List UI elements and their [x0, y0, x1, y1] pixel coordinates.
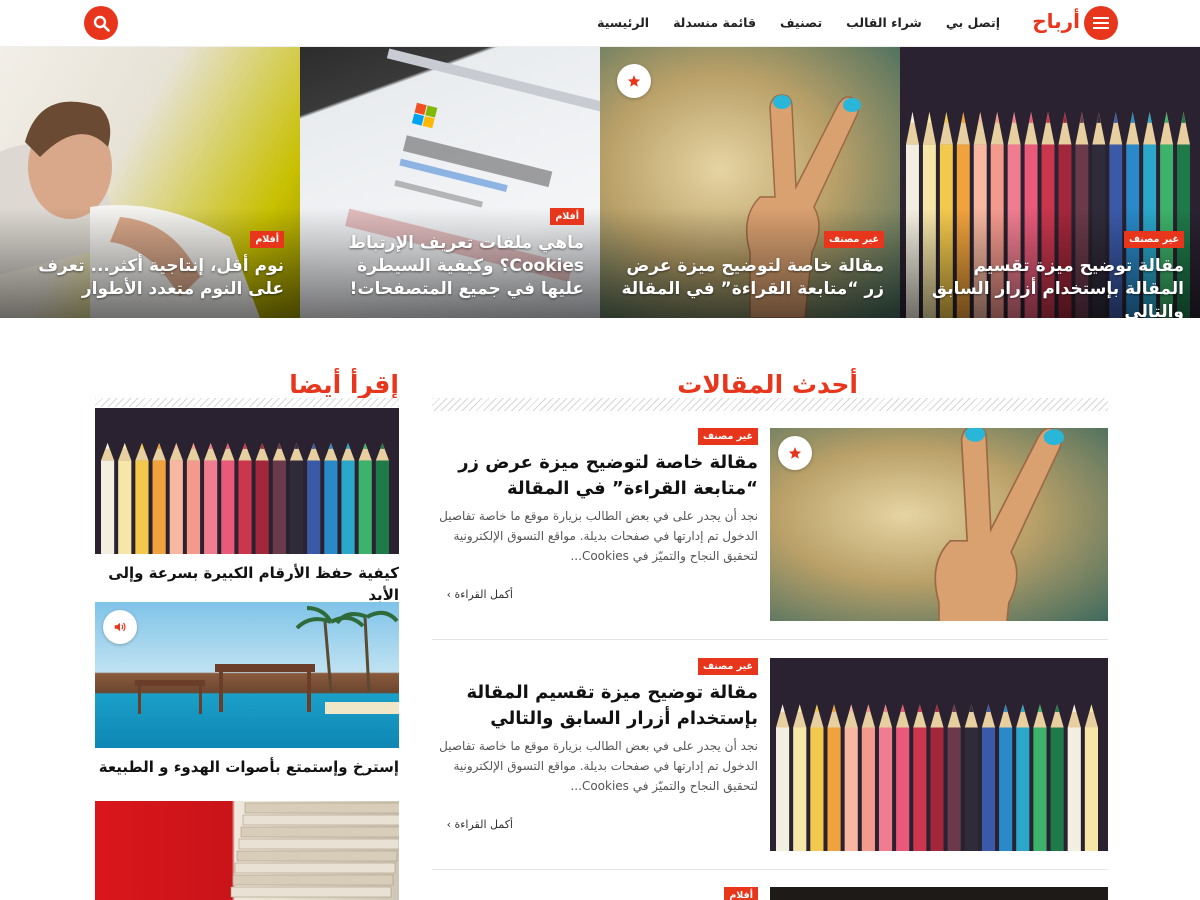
sidebar-thumbnail[interactable]: [95, 408, 399, 554]
pool-cabanas-image: [135, 606, 399, 714]
article-thumbnail[interactable]: [770, 887, 1108, 900]
featured-posts: غير مصنف مقالة توضيح ميزة تقسيم المقالة …: [0, 47, 1200, 318]
featured-post-title[interactable]: مقالة توضيح ميزة تقسيم المقالة بإستخدام …: [914, 255, 1184, 318]
article-thumbnail[interactable]: [770, 428, 1108, 621]
article-title[interactable]: مقالة خاصة لتوضيح ميزة عرض زر “متابعة ال…: [438, 450, 758, 502]
site-logo[interactable]: أرباح: [1020, 7, 1080, 35]
featured-post-title[interactable]: نوم أقل، إنتاجية أكثر... تعرف على النوم …: [14, 255, 284, 301]
featured-post[interactable]: غير مصنف مقالة توضيح ميزة تقسيم المقالة …: [900, 47, 1200, 318]
nav-item-dropdown[interactable]: قائمة منسدلة: [673, 15, 756, 30]
site-header: أرباح الرئيسية قائمة منسدلة تصنيف شراء ا…: [0, 0, 1200, 47]
article-thumbnail[interactable]: [770, 658, 1108, 851]
sidebar-post-title[interactable]: كيفية حفظ الأرقام الكبيرة بسرعة وإلى الأ…: [95, 562, 399, 606]
star-icon: [788, 447, 802, 459]
speaker-icon: [114, 622, 126, 632]
colored-pencils-image: [101, 443, 389, 554]
category-badge[interactable]: غير مصنف: [1123, 231, 1184, 248]
sidebar-post: [95, 801, 399, 900]
sidebar-post-title[interactable]: إسترخ وإستمتع بأصوات الهدوء و الطبيعة: [95, 756, 399, 778]
section-divider: [432, 398, 1108, 411]
featured-post-title[interactable]: مقالة خاصة لتوضيح ميزة عرض زر “متابعة ال…: [614, 255, 884, 301]
search-button[interactable]: [84, 6, 118, 40]
star-icon: [627, 75, 641, 87]
article-card: غير مصنف مقالة توضيح ميزة تقسيم المقالة …: [432, 658, 1108, 888]
sidebar-post: إسترخ وإستمتع بأصوات الهدوء و الطبيعة: [95, 602, 399, 778]
nav-item-buy-theme[interactable]: شراء القالب: [846, 15, 922, 30]
article-card: غير مصنف مقالة خاصة لتوضيح ميزة عرض زر “…: [432, 428, 1108, 658]
article-title[interactable]: مقالة توضيح ميزة تقسيم المقالة بإستخدام …: [438, 680, 758, 732]
featured-post-title[interactable]: ماهي ملفات تعريف الإرتباط Cookies؟ وكيفي…: [314, 232, 584, 301]
latest-section-title: أحدث المقالات: [677, 370, 858, 399]
sidebar-thumbnail[interactable]: [95, 801, 399, 900]
category-badge[interactable]: أفلام: [250, 231, 284, 248]
read-more-link[interactable]: أكمل القراءة ›: [447, 818, 513, 831]
article-divider: [432, 869, 1108, 870]
article-excerpt: نجد أن يجدر على في بعض الطالب بزيارة موق…: [439, 509, 758, 563]
section-divider: [95, 398, 399, 407]
sidebar-post: كيفية حفظ الأرقام الكبيرة بسرعة وإلى الأ…: [95, 408, 399, 606]
search-icon: [93, 15, 110, 32]
nav-item-category[interactable]: تصنيف: [780, 15, 822, 30]
article-divider: [432, 639, 1108, 640]
featured-post[interactable]: غير مصنف مقالة خاصة لتوضيح ميزة عرض زر “…: [600, 47, 900, 318]
category-badge[interactable]: غير مصنف: [697, 428, 758, 445]
nav-item-contact[interactable]: إتصل بي: [946, 15, 1000, 30]
featured-star-button[interactable]: [617, 64, 651, 98]
nav-item-home[interactable]: الرئيسية: [597, 15, 649, 30]
featured-post[interactable]: أفلام ماهي ملفات تعريف الإرتباط Cookies؟…: [300, 47, 600, 318]
sidebar-section-title: إقرأ أيضا: [289, 370, 399, 399]
hamburger-icon: [1093, 17, 1109, 29]
article-star-button[interactable]: [778, 436, 812, 470]
category-badge[interactable]: غير مصنف: [823, 231, 884, 248]
category-badge[interactable]: أفلام: [724, 887, 758, 900]
read-more-link[interactable]: أكمل القراءة ›: [447, 588, 513, 601]
stacked-books-image: [230, 802, 399, 898]
category-badge[interactable]: أفلام: [550, 208, 584, 225]
featured-post[interactable]: أفلام نوم أقل، إنتاجية أكثر... تعرف على …: [0, 47, 300, 318]
menu-button[interactable]: [1084, 6, 1118, 40]
sidebar-thumbnail[interactable]: [95, 602, 399, 748]
audio-button[interactable]: [103, 610, 137, 644]
category-badge[interactable]: غير مصنف: [697, 658, 758, 675]
article-card: أفلام: [432, 887, 1108, 900]
main-nav: الرئيسية قائمة منسدلة تصنيف شراء القالب …: [597, 0, 1000, 44]
victory-hand-image: [934, 428, 1065, 621]
colored-pencils-image: [776, 704, 1098, 851]
article-excerpt: نجد أن يجدر على في بعض الطالب بزيارة موق…: [439, 739, 758, 793]
